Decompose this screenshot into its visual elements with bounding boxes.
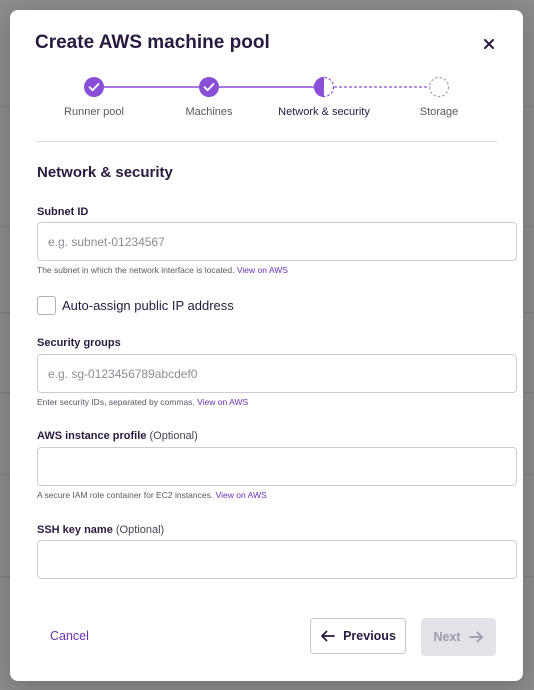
security-groups-label: Security groups [37, 337, 121, 349]
arrow-right-icon [468, 631, 483, 643]
instance-profile-label: AWS instance profile (Optional) [37, 430, 198, 442]
progress-stepper: Runner pool Machines Network & security … [10, 76, 523, 136]
step-label-network-security: Network & security [278, 106, 370, 118]
step-label-machines: Machines [185, 106, 233, 118]
instance-profile-view-on-aws-link[interactable]: View on AWS [216, 490, 267, 500]
security-groups-input[interactable] [37, 354, 517, 393]
header-divider [36, 141, 497, 142]
security-groups-view-on-aws-link[interactable]: View on AWS [197, 397, 248, 407]
subnet-id-help-text: The subnet in which the network interfac… [37, 265, 235, 275]
instance-profile-optional-tag: (Optional) [149, 430, 198, 442]
subnet-id-input[interactable] [37, 222, 517, 261]
ssh-key-input[interactable] [37, 540, 517, 579]
instance-profile-label-text: AWS instance profile [37, 430, 147, 442]
instance-profile-help: A secure IAM role container for EC2 inst… [37, 490, 267, 500]
section-title: Network & security [37, 164, 173, 181]
ssh-key-label-text: SSH key name [37, 524, 113, 536]
step-complete-icon [84, 77, 104, 97]
ssh-key-optional-tag: (Optional) [115, 524, 165, 536]
next-button-label: Next [433, 630, 461, 644]
create-machine-pool-dialog: Create AWS machine pool Runner pool Mach… [10, 10, 523, 681]
instance-profile-input[interactable] [37, 447, 517, 486]
cancel-button[interactable]: Cancel [50, 629, 89, 643]
instance-profile-help-text: A secure IAM role container for EC2 inst… [37, 490, 214, 500]
auto-assign-public-ip-label[interactable]: Auto-assign public IP address [62, 298, 234, 313]
close-icon [484, 39, 494, 49]
step-label-storage: Storage [419, 106, 459, 118]
step-label-runner-pool: Runner pool [64, 106, 124, 118]
security-groups-help: Enter security IDs, separated by commas.… [37, 397, 248, 407]
step-upcoming-icon [428, 76, 450, 98]
auto-assign-public-ip-checkbox[interactable] [37, 296, 56, 315]
subnet-id-help: The subnet in which the network interfac… [37, 265, 288, 275]
close-button[interactable] [480, 35, 498, 53]
previous-button[interactable]: Previous [310, 618, 406, 654]
next-button[interactable]: Next [421, 618, 496, 656]
subnet-id-label: Subnet ID [37, 206, 89, 218]
subnet-view-on-aws-link[interactable]: View on AWS [237, 265, 288, 275]
dialog-title: Create AWS machine pool [35, 32, 270, 53]
arrow-left-icon [321, 630, 335, 642]
step-current-icon [313, 76, 335, 98]
ssh-key-label: SSH key name (Optional) [37, 524, 164, 536]
security-groups-help-text: Enter security IDs, separated by commas. [37, 397, 195, 407]
previous-button-label: Previous [343, 629, 396, 643]
step-complete-icon [199, 77, 219, 97]
